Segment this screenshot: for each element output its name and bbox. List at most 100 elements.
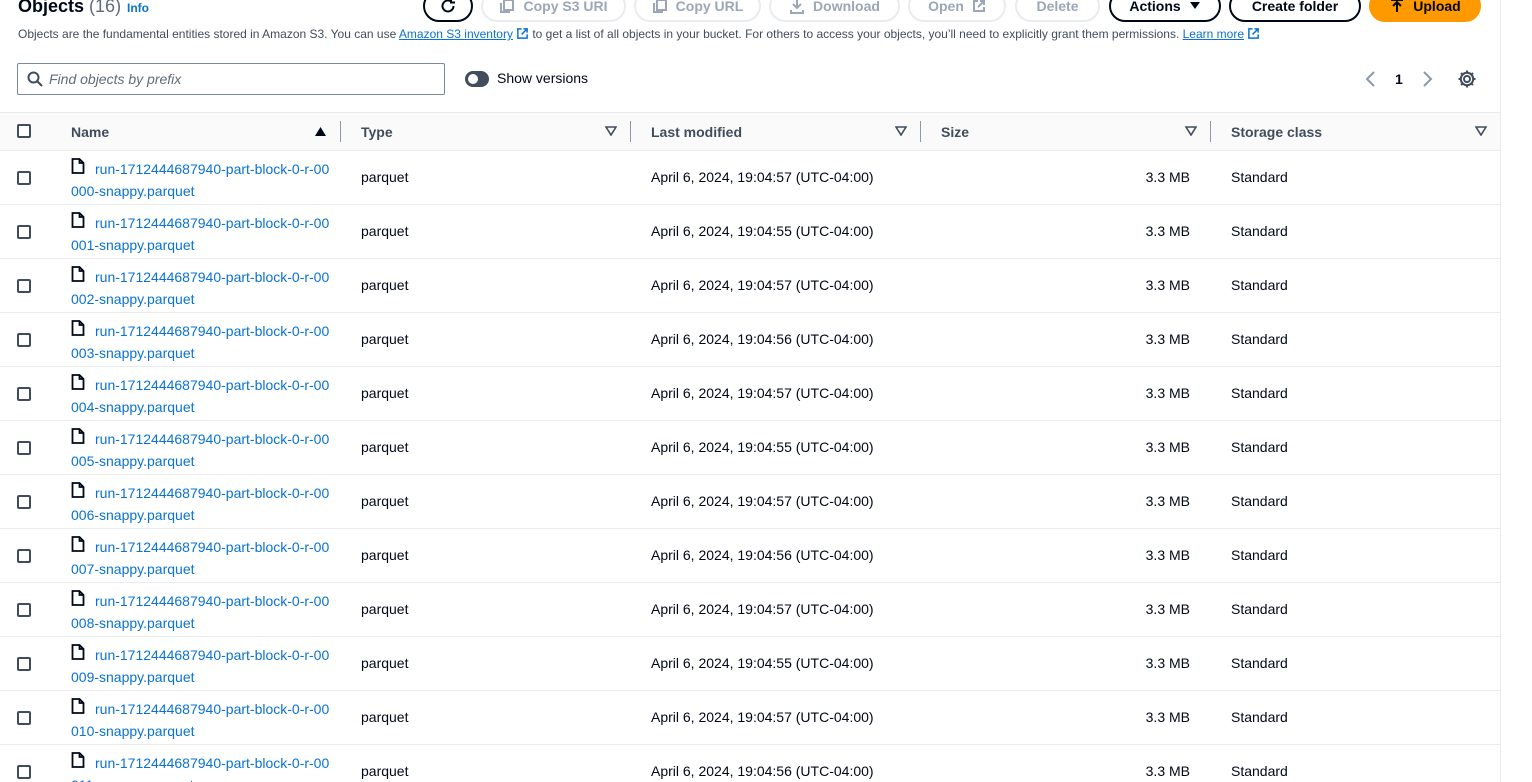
object-type: parquet — [361, 331, 409, 347]
column-header-type[interactable]: Type — [361, 124, 393, 140]
object-storage-class: Standard — [1231, 601, 1288, 617]
row-checkbox[interactable] — [17, 225, 31, 239]
object-type: parquet — [361, 709, 409, 725]
download-button[interactable]: Download — [769, 0, 900, 22]
title-text: Objects — [18, 0, 85, 16]
open-button[interactable]: Open — [908, 0, 1006, 22]
external-link-icon — [517, 28, 528, 39]
refresh-button[interactable] — [423, 0, 473, 22]
object-size: 3.3 MB — [1145, 223, 1190, 239]
object-last-modified: April 6, 2024, 19:04:55 (UTC-04:00) — [651, 223, 874, 239]
sort-ascending-icon[interactable] — [314, 126, 327, 137]
copy-url-button[interactable]: Copy URL — [634, 0, 761, 22]
object-last-modified: April 6, 2024, 19:04:56 (UTC-04:00) — [651, 331, 874, 347]
table-row[interactable]: run-1712444687940-part-block-0-r-00005-s… — [0, 421, 1500, 475]
object-storage-class: Standard — [1231, 709, 1288, 725]
object-size: 3.3 MB — [1145, 655, 1190, 671]
gear-icon[interactable] — [1457, 69, 1477, 89]
s3-inventory-link[interactable]: Amazon S3 inventory — [399, 27, 513, 41]
column-header-name[interactable]: Name — [71, 124, 109, 140]
description-text-2: to get a list of all objects in your buc… — [528, 27, 1183, 41]
row-checkbox[interactable] — [17, 711, 31, 725]
table-row[interactable]: run-1712444687940-part-block-0-r-00002-s… — [0, 259, 1500, 313]
table-row[interactable]: run-1712444687940-part-block-0-r-00011-s… — [0, 745, 1500, 782]
object-last-modified: April 6, 2024, 19:04:57 (UTC-04:00) — [651, 385, 874, 401]
column-header-size[interactable]: Size — [941, 124, 969, 140]
row-checkbox[interactable] — [17, 333, 31, 347]
table-row[interactable]: run-1712444687940-part-block-0-r-00007-s… — [0, 529, 1500, 583]
sort-icon[interactable] — [1475, 126, 1487, 136]
actions-dropdown-button[interactable]: Actions — [1109, 0, 1221, 22]
column-divider[interactable] — [920, 121, 921, 142]
column-divider[interactable] — [630, 121, 631, 142]
object-name-link[interactable]: run-1712444687940-part-block-0-r-00009-s… — [71, 644, 333, 688]
object-size: 3.3 MB — [1145, 709, 1190, 725]
table-row[interactable]: run-1712444687940-part-block-0-r-00008-s… — [0, 583, 1500, 637]
object-type: parquet — [361, 493, 409, 509]
chevron-left-icon[interactable] — [1363, 70, 1379, 88]
object-name-link[interactable]: run-1712444687940-part-block-0-r-00006-s… — [71, 482, 333, 526]
object-name-link[interactable]: run-1712444687940-part-block-0-r-00008-s… — [71, 590, 333, 634]
row-checkbox[interactable] — [17, 495, 31, 509]
table-row[interactable]: run-1712444687940-part-block-0-r-00010-s… — [0, 691, 1500, 745]
row-checkbox[interactable] — [17, 279, 31, 293]
copy-icon — [500, 0, 515, 13]
search-input[interactable] — [49, 64, 429, 94]
upload-button[interactable]: Upload — [1369, 0, 1481, 22]
row-checkbox[interactable] — [17, 387, 31, 401]
object-type: parquet — [361, 223, 409, 239]
upload-icon — [1391, 0, 1404, 12]
object-name-link[interactable]: run-1712444687940-part-block-0-r-00005-s… — [71, 428, 333, 472]
chevron-right-icon[interactable] — [1419, 70, 1435, 88]
external-link-icon — [1248, 28, 1259, 39]
object-name-link[interactable]: run-1712444687940-part-block-0-r-00011-s… — [71, 752, 333, 782]
column-divider[interactable] — [340, 121, 341, 142]
object-size: 3.3 MB — [1145, 277, 1190, 293]
sort-icon[interactable] — [1185, 126, 1197, 136]
row-checkbox[interactable] — [17, 603, 31, 617]
object-last-modified: April 6, 2024, 19:04:57 (UTC-04:00) — [651, 601, 874, 617]
row-checkbox[interactable] — [17, 171, 31, 185]
object-storage-class: Standard — [1231, 493, 1288, 509]
object-name-link[interactable]: run-1712444687940-part-block-0-r-00001-s… — [71, 212, 333, 256]
object-last-modified: April 6, 2024, 19:04:57 (UTC-04:00) — [651, 709, 874, 725]
column-divider[interactable] — [1210, 121, 1211, 142]
current-page[interactable]: 1 — [1395, 71, 1403, 87]
table-row[interactable]: run-1712444687940-part-block-0-r-00003-s… — [0, 313, 1500, 367]
table-row[interactable]: run-1712444687940-part-block-0-r-00006-s… — [0, 475, 1500, 529]
sort-icon[interactable] — [605, 126, 617, 136]
table-row[interactable]: run-1712444687940-part-block-0-r-00004-s… — [0, 367, 1500, 421]
object-type: parquet — [361, 385, 409, 401]
column-header-last-modified[interactable]: Last modified — [651, 124, 742, 140]
object-storage-class: Standard — [1231, 277, 1288, 293]
description-text-1: Objects are the fundamental entities sto… — [18, 27, 399, 41]
object-name-link[interactable]: run-1712444687940-part-block-0-r-00000-s… — [71, 158, 333, 202]
object-name-link[interactable]: run-1712444687940-part-block-0-r-00002-s… — [71, 266, 333, 310]
column-header-storage-class[interactable]: Storage class — [1231, 124, 1322, 140]
row-checkbox[interactable] — [17, 549, 31, 563]
copy-s3-uri-button[interactable]: Copy S3 URI — [481, 0, 626, 22]
select-all-checkbox[interactable] — [17, 124, 31, 138]
actions-label: Actions — [1129, 0, 1181, 14]
delete-button[interactable]: Delete — [1015, 0, 1100, 22]
row-checkbox[interactable] — [17, 441, 31, 455]
show-versions-toggle[interactable] — [465, 71, 489, 87]
object-name-link[interactable]: run-1712444687940-part-block-0-r-00010-s… — [71, 698, 333, 742]
info-link[interactable]: Info — [127, 1, 149, 15]
download-label: Download — [813, 0, 880, 14]
row-checkbox[interactable] — [17, 657, 31, 671]
object-name-link[interactable]: run-1712444687940-part-block-0-r-00007-s… — [71, 536, 333, 580]
object-size: 3.3 MB — [1145, 439, 1190, 455]
table-row[interactable]: run-1712444687940-part-block-0-r-00001-s… — [0, 205, 1500, 259]
table-row[interactable]: run-1712444687940-part-block-0-r-00009-s… — [0, 637, 1500, 691]
row-checkbox[interactable] — [17, 765, 31, 779]
object-storage-class: Standard — [1231, 169, 1288, 185]
object-name-link[interactable]: run-1712444687940-part-block-0-r-00004-s… — [71, 374, 333, 418]
create-folder-button[interactable]: Create folder — [1229, 0, 1361, 22]
learn-more-link[interactable]: Learn more — [1183, 27, 1244, 41]
object-storage-class: Standard — [1231, 385, 1288, 401]
object-size: 3.3 MB — [1145, 547, 1190, 563]
object-name-link[interactable]: run-1712444687940-part-block-0-r-00003-s… — [71, 320, 333, 364]
table-row[interactable]: run-1712444687940-part-block-0-r-00000-s… — [0, 151, 1500, 205]
sort-icon[interactable] — [895, 126, 907, 136]
